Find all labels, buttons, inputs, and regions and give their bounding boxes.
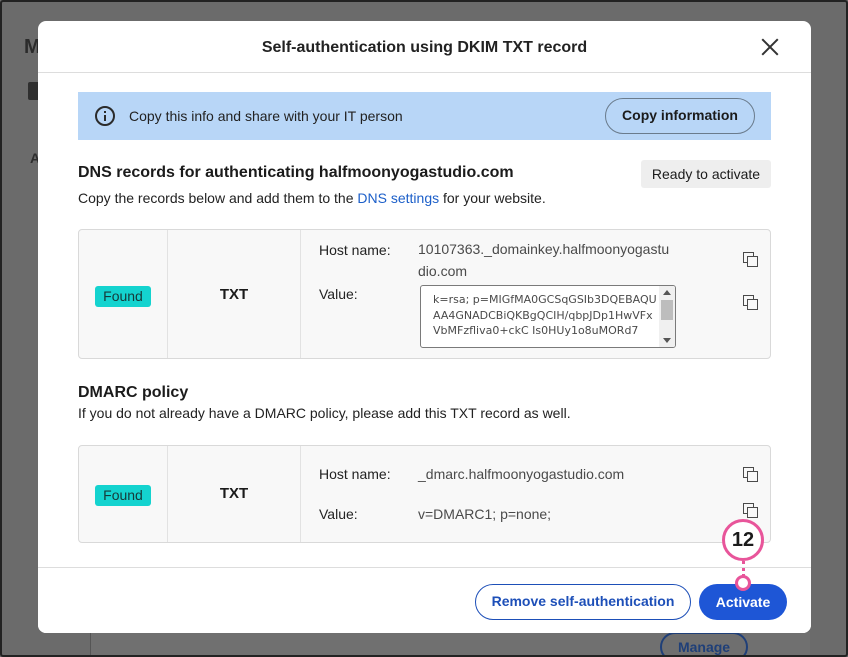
host-name-value: 10107363._domainkey.halfmoonyogastu dio.… — [418, 238, 669, 282]
found-badge: Found — [95, 286, 151, 307]
dns-subtitle-suffix: for your website. — [439, 190, 546, 206]
value-label: Value: — [319, 286, 358, 302]
dns-subtitle-prefix: Copy the records below and add them to t… — [78, 190, 358, 206]
step-callout: 12 — [722, 519, 764, 561]
copy-information-button[interactable]: Copy information — [605, 98, 755, 134]
info-banner: Copy this info and share with your IT pe… — [78, 92, 771, 140]
scroll-up-icon[interactable] — [663, 290, 671, 295]
dmarc-value: v=DMARC1; p=none; — [418, 506, 552, 522]
record-type: TXT — [219, 286, 249, 303]
info-icon — [95, 106, 115, 126]
host-name-label: Host name: — [319, 466, 391, 482]
host-name-label: Host name: — [319, 242, 391, 258]
scroll-down-icon[interactable] — [663, 338, 671, 343]
dns-section-subtitle: Copy the records below and add them to t… — [78, 190, 546, 206]
modal-title: Self-authentication using DKIM TXT recor… — [261, 39, 588, 56]
record-type: TXT — [219, 485, 249, 502]
modal-body: Copy this info and share with your IT pe… — [38, 74, 811, 567]
dns-section-title: DNS records for authenticating halfmoony… — [78, 164, 514, 181]
dmarc-section-subtitle: If you do not already have a DMARC polic… — [78, 405, 571, 421]
copy-icon[interactable] — [743, 467, 759, 483]
value-label: Value: — [319, 506, 358, 522]
found-badge: Found — [95, 485, 151, 506]
record-status-cell: Found — [79, 446, 168, 542]
dns-settings-link[interactable]: DNS settings — [357, 190, 439, 206]
record-status-cell: Found — [79, 230, 168, 358]
modal-footer: Remove self-authentication Activate — [38, 567, 811, 633]
record-type-cell: TXT — [168, 446, 301, 542]
copy-icon[interactable] — [743, 503, 759, 519]
background-manage-button: Manage — [660, 632, 748, 657]
status-badge: Ready to activate — [641, 160, 771, 188]
info-banner-text: Copy this info and share with your IT pe… — [129, 108, 403, 124]
host-name-value: _dmarc.halfmoonyogastudio.com — [418, 466, 625, 482]
remove-self-authentication-button[interactable]: Remove self-authentication — [475, 584, 691, 620]
host-name-value-line: dio.com — [418, 263, 468, 279]
value-textarea[interactable]: k=rsa; p=MIGfMA0GCSqGSIb3DQEBAQUAA4GNADC… — [420, 285, 676, 348]
scroll-thumb[interactable] — [661, 300, 673, 320]
dmarc-record-row: Found TXT Host name: _dmarc.halfmoonyoga… — [78, 445, 771, 543]
modal-header: Self-authentication using DKIM TXT recor… — [38, 21, 811, 73]
callout-pointer — [735, 575, 751, 591]
record-type-cell: TXT — [168, 230, 301, 358]
host-name-value-line: 10107363._domainkey.halfmoonyogastu — [418, 241, 670, 257]
copy-icon[interactable] — [743, 295, 759, 311]
dkim-modal: Self-authentication using DKIM TXT recor… — [38, 21, 811, 633]
copy-icon[interactable] — [743, 252, 759, 268]
value-textarea-text: k=rsa; p=MIGfMA0GCSqGSIb3DQEBAQUAA4GNADC… — [433, 293, 657, 337]
dkim-record-row: Found TXT Host name: 10107363._domainkey… — [78, 229, 771, 359]
textarea-scrollbar[interactable] — [659, 286, 675, 347]
dmarc-section-title: DMARC policy — [78, 384, 189, 401]
close-icon[interactable] — [761, 38, 779, 56]
